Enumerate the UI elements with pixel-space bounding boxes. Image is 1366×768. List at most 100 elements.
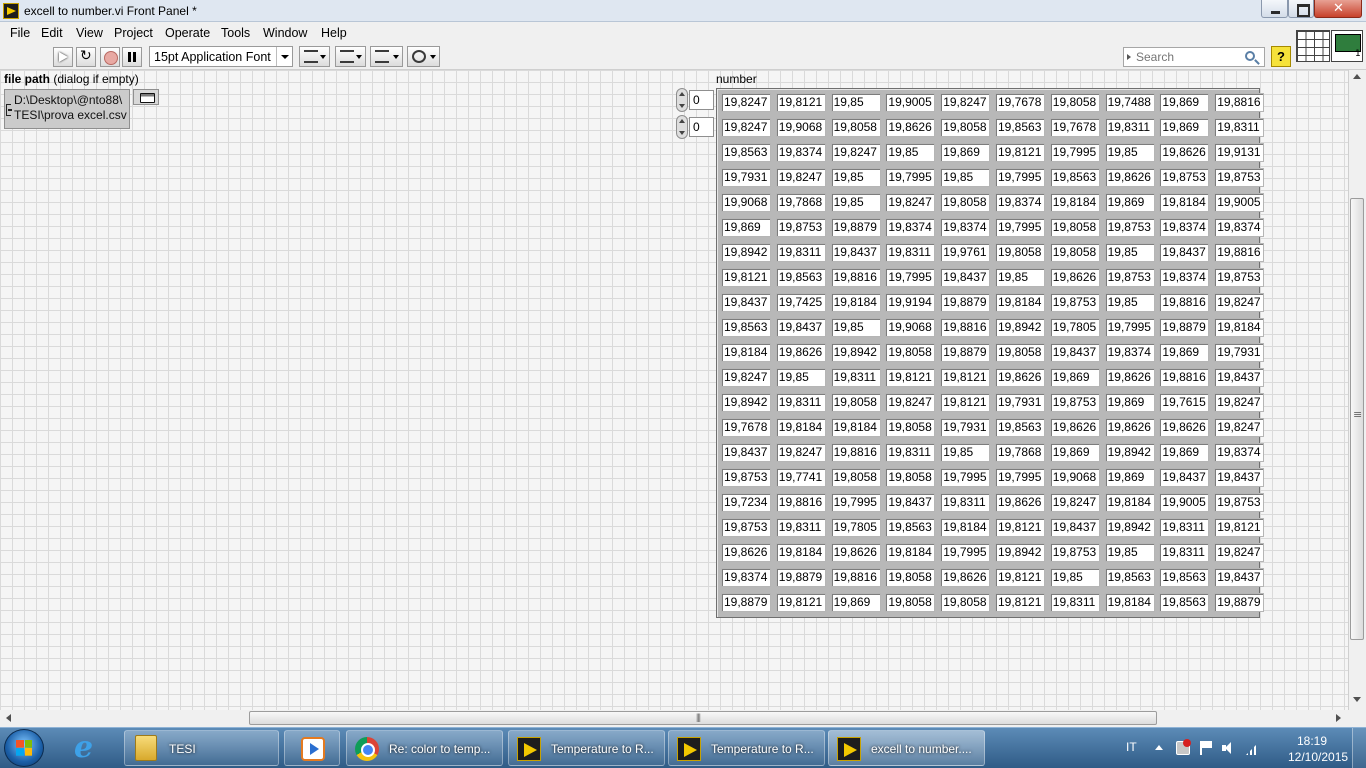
array-cell[interactable]: 19,8184 (940, 518, 991, 537)
increment-decrement-icon[interactable] (676, 115, 688, 139)
vertical-scrollbar[interactable] (1349, 70, 1366, 710)
array-cell[interactable]: 19,8184 (1104, 493, 1155, 512)
labview-app-icon[interactable] (3, 3, 19, 19)
array-cell[interactable]: 19,8311 (1159, 518, 1210, 537)
array-cell[interactable]: 19,8374 (1104, 343, 1155, 362)
array-cell[interactable]: 19,8753 (1214, 268, 1265, 287)
taskbar-item-labview-active[interactable]: excell to number.... (828, 730, 985, 766)
taskbar-item-chrome[interactable]: Re: color to temp... (346, 730, 503, 766)
array-cell[interactable]: 19,8058 (885, 343, 936, 362)
array-cell[interactable]: 19,8184 (1049, 193, 1100, 212)
array-cell[interactable]: 19,8247 (885, 393, 936, 412)
search-icon[interactable] (1245, 51, 1255, 61)
array-cell[interactable]: 19,8437 (1214, 468, 1265, 487)
array-cell[interactable]: 19,7995 (940, 468, 991, 487)
search-scope-arrow-icon[interactable] (1127, 54, 1131, 60)
array-cell[interactable]: 19,8437 (1159, 468, 1210, 487)
network-signal-icon[interactable] (1246, 741, 1260, 755)
array-cell[interactable]: 19,8753 (775, 218, 826, 237)
array-cell[interactable]: 19,8753 (1104, 268, 1155, 287)
array-cell[interactable]: 19,8311 (1159, 543, 1210, 562)
column-index-control[interactable]: 0 (676, 115, 714, 139)
array-cell[interactable]: 19,8184 (775, 418, 826, 437)
taskbar-item-tesi[interactable]: TESI (124, 730, 279, 766)
array-cell[interactable]: 19,7741 (775, 468, 826, 487)
array-cell[interactable]: 19,8942 (830, 343, 881, 362)
array-cell[interactable]: 19,8816 (775, 493, 826, 512)
array-cell[interactable]: 19,9068 (721, 193, 771, 212)
array-cell[interactable]: 19,7995 (1104, 318, 1155, 337)
array-cell[interactable]: 19,8374 (1214, 443, 1265, 462)
close-button[interactable] (1314, 0, 1362, 18)
increment-decrement-icon[interactable] (676, 88, 688, 112)
clock-date[interactable]: 12/10/2015 (1288, 750, 1348, 764)
array-cell[interactable]: 19,8437 (721, 443, 771, 462)
array-cell[interactable]: 19,8311 (885, 443, 936, 462)
array-cell[interactable]: 19,85 (830, 93, 881, 112)
array-cell[interactable]: 19,7678 (721, 418, 771, 437)
array-cell[interactable]: 19,869 (1104, 393, 1155, 412)
maximize-button[interactable] (1288, 0, 1314, 18)
array-cell[interactable]: 19,7931 (1214, 343, 1265, 362)
array-cell[interactable]: 19,8753 (721, 518, 771, 537)
array-cell[interactable]: 19,8626 (940, 568, 991, 587)
array-cell[interactable]: 19,8247 (1214, 418, 1265, 437)
array-cell[interactable]: 19,8121 (995, 518, 1045, 537)
array-cell[interactable]: 19,8753 (1214, 168, 1265, 187)
array-cell[interactable]: 19,8753 (721, 468, 771, 487)
array-cell[interactable]: 19,8626 (1159, 418, 1210, 437)
array-cell[interactable]: 19,8626 (1049, 418, 1100, 437)
array-cell[interactable]: 19,8121 (721, 268, 771, 287)
array-cell[interactable]: 19,8437 (940, 268, 991, 287)
scroll-right-icon[interactable] (1336, 714, 1341, 722)
array-cell[interactable]: 19,8247 (721, 93, 771, 112)
array-cell[interactable]: 19,7615 (1159, 393, 1210, 412)
array-cell[interactable]: 19,9131 (1214, 143, 1265, 162)
array-cell[interactable]: 19,7995 (830, 493, 881, 512)
array-cell[interactable]: 19,8753 (1049, 293, 1100, 312)
array-cell[interactable]: 19,869 (940, 143, 991, 162)
show-desktop-button[interactable] (1352, 728, 1366, 768)
array-cell[interactable]: 19,8247 (721, 118, 771, 137)
array-cell[interactable]: 19,8753 (1159, 168, 1210, 187)
language-indicator[interactable]: IT (1126, 740, 1137, 754)
array-cell[interactable]: 19,869 (1159, 343, 1210, 362)
scroll-left-icon[interactable] (6, 714, 11, 722)
array-cell[interactable]: 19,8058 (1049, 218, 1100, 237)
array-cell[interactable]: 19,8311 (775, 393, 826, 412)
row-index-value[interactable]: 0 (689, 90, 714, 110)
vertical-scroll-thumb[interactable] (1350, 198, 1364, 640)
array-cell[interactable]: 19,8058 (940, 118, 991, 137)
menu-file[interactable]: File (10, 26, 30, 40)
array-cell[interactable]: 19,85 (830, 193, 881, 212)
reorder-button[interactable] (407, 46, 440, 67)
array-cell[interactable]: 19,7995 (885, 168, 936, 187)
connector-pane-icon[interactable] (1296, 30, 1330, 62)
array-cell[interactable]: 19,8816 (1159, 368, 1210, 387)
array-cell[interactable]: 19,8437 (885, 493, 936, 512)
array-cell[interactable]: 19,8058 (885, 468, 936, 487)
array-cell[interactable]: 19,8311 (885, 243, 936, 262)
array-cell[interactable]: 19,8247 (721, 368, 771, 387)
resize-objects-button[interactable] (370, 46, 403, 67)
scroll-up-icon[interactable] (1353, 74, 1361, 79)
array-cell[interactable]: 19,8563 (1159, 593, 1210, 612)
array-cell[interactable]: 19,85 (830, 168, 881, 187)
array-cell[interactable]: 19,8058 (885, 568, 936, 587)
array-cell[interactable]: 19,8374 (940, 218, 991, 237)
run-continuously-button[interactable] (76, 47, 96, 67)
row-index-control[interactable]: 0 (676, 88, 714, 112)
taskbar-item-media-player[interactable] (284, 730, 340, 766)
vi-icon[interactable] (1331, 30, 1363, 62)
abort-execution-button[interactable] (100, 47, 120, 67)
array-cell[interactable]: 19,8184 (885, 543, 936, 562)
array-cell[interactable]: 19,7995 (995, 468, 1045, 487)
array-cell[interactable]: 19,8626 (1104, 368, 1155, 387)
browse-folder-button[interactable] (133, 89, 159, 105)
array-cell[interactable]: 19,8816 (830, 568, 881, 587)
array-cell[interactable]: 19,8816 (1214, 93, 1265, 112)
array-cell[interactable]: 19,85 (1104, 293, 1155, 312)
array-cell[interactable]: 19,8626 (1104, 418, 1155, 437)
array-cell[interactable]: 19,8563 (885, 518, 936, 537)
array-cell[interactable]: 19,8184 (995, 293, 1045, 312)
